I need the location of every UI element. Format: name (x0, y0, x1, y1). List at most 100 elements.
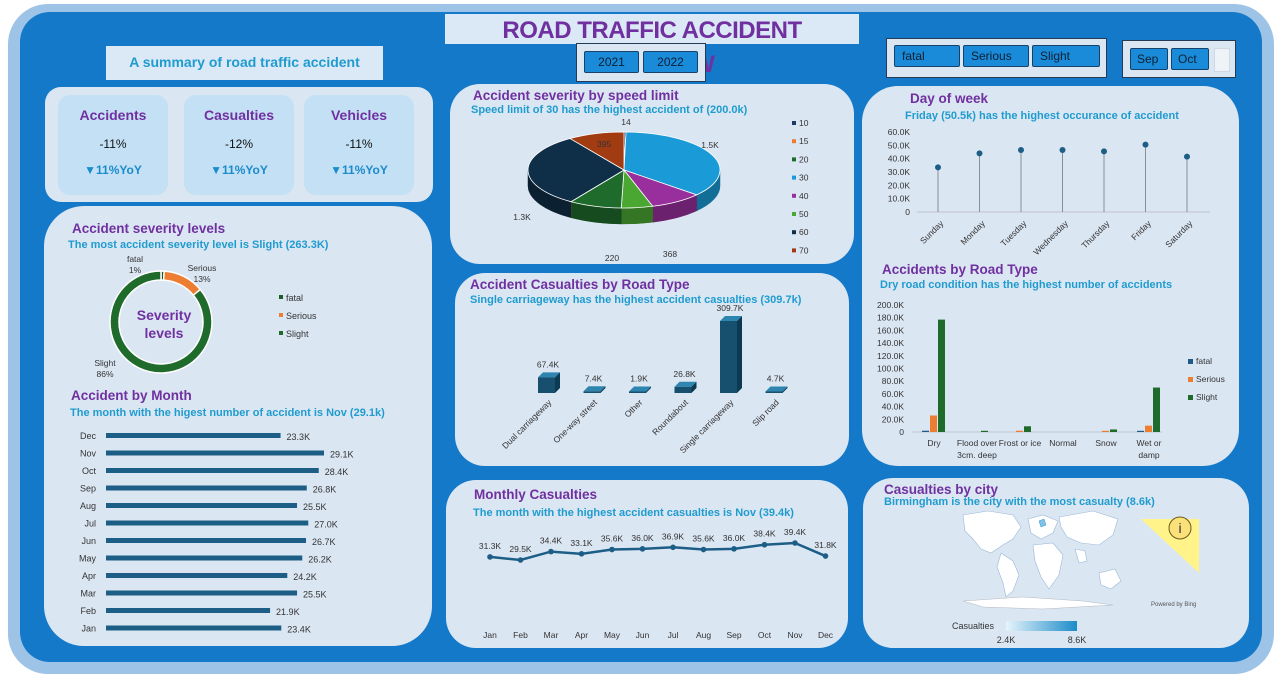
casualties-point (487, 554, 493, 560)
dow-ytick: 10.0K (888, 194, 911, 204)
legend-label: fatal (1196, 356, 1212, 366)
month-axis-label: Sep (80, 484, 96, 494)
rc-bar-slight (1110, 429, 1117, 432)
severity-filter-serious[interactable]: Serious (963, 45, 1029, 67)
dow-point (1142, 141, 1149, 148)
legend-label: Serious (286, 311, 317, 321)
donut-center-label: levels (145, 325, 184, 341)
pie-value-label: 395 (597, 139, 611, 149)
month-filter-sep[interactable]: Sep (1130, 48, 1168, 70)
severity-filter-fatal[interactable]: fatal (894, 45, 960, 67)
casualties-point-label: 33.1K (570, 538, 593, 548)
slicer-scrollbar[interactable] (1214, 48, 1230, 72)
legend-swatch (792, 175, 796, 180)
casualties-axis-label: Mar (544, 630, 559, 640)
legend-label: Slight (1196, 392, 1218, 402)
donut-label-pct: 1% (129, 265, 142, 275)
legend-swatch (279, 313, 283, 317)
antarctica-shape (962, 596, 1114, 610)
rc-bar-serious (1102, 430, 1109, 432)
casualties-axis-label: Jan (483, 630, 497, 640)
road-type-bar-chart: 67.4K Dual carriageway 7.4K One-way street 1… (500, 305, 788, 455)
casualties-axis-label: Aug (696, 630, 711, 640)
month-axis-label: Apr (82, 571, 96, 581)
dow-point (935, 164, 941, 171)
month-bar-label: 27.0K (314, 520, 338, 530)
casualties-point (700, 546, 707, 553)
month-bar-label: 25.5K (303, 590, 327, 600)
casualties-point-label: 31.8K (814, 540, 837, 550)
rc-ytick: 20.0K (882, 414, 905, 424)
donut-label-cat: fatal (127, 254, 143, 264)
severity-filter-slight[interactable]: Slight (1032, 45, 1100, 67)
kpi-title: Accidents (79, 107, 147, 123)
casualties-point-label: 34.4K (540, 536, 563, 546)
pie-value-label: 1.3K (513, 212, 531, 222)
road-axis-label: Dual carriageway (500, 397, 554, 451)
casualties-point (670, 544, 676, 551)
casualties-axis-label: Dec (818, 630, 834, 640)
city-map[interactable]: i Powered by Bing Casualties 2.4K 8.6K (863, 505, 1249, 648)
dow-point (976, 150, 983, 157)
rc-bar-serious (1016, 430, 1023, 432)
speed-limit-pie-chart: 14 1.5K 368 220 1.3K 395 10 15 20 30 40 50 60 70 (513, 117, 809, 262)
pie-value-label: 220 (605, 253, 619, 262)
rc-axis-label: Wet or (1137, 438, 1162, 448)
casualties-point (517, 557, 524, 563)
rc-axis-label: damp (1138, 450, 1160, 460)
city-legend-min: 2.4K (997, 635, 1016, 645)
info-icon[interactable]: i (1141, 516, 1199, 573)
road-bar-label: 67.4K (537, 359, 560, 369)
year-slicer: 2021 2022 (576, 43, 706, 82)
rc-axis-label: Snow (1095, 438, 1117, 448)
legend-label: 10 (799, 118, 809, 128)
legend-swatch (792, 212, 796, 216)
rc-bar-serious (1145, 425, 1152, 432)
month-bar-label: 25.5K (303, 502, 327, 512)
legend-swatch (792, 157, 796, 162)
year-filter-2021[interactable]: 2021 (584, 51, 639, 73)
casualties-point-label: 35.6K (601, 534, 624, 544)
casualties-point-label: 31.3K (479, 541, 502, 551)
casualties-point-label: 35.6K (692, 534, 715, 544)
legend-label: Serious (1196, 374, 1225, 384)
dow-axis-label: Tuesday (999, 218, 1029, 248)
casualties-point (792, 540, 798, 546)
month-bar-label: 29.1K (330, 450, 354, 460)
year-filter-2022[interactable]: 2022 (643, 51, 698, 73)
month-bar (106, 485, 307, 491)
casualties-point (639, 546, 646, 552)
month-axis-label: May (79, 554, 97, 564)
bing-credit: Powered by Bing (1151, 602, 1196, 608)
dow-point (1184, 153, 1190, 160)
city-title: Casualties by city (884, 482, 999, 497)
kpi-title: Vehicles (330, 107, 388, 123)
legend-swatch (279, 331, 283, 335)
road-bar (720, 321, 737, 393)
legend-label: 50 (799, 209, 809, 219)
rc-ytick: 160.0K (877, 325, 904, 335)
legend-label: 60 (799, 227, 809, 237)
month-bar (106, 590, 298, 596)
month-slicer: Sep Oct (1122, 40, 1236, 78)
legend-swatch (792, 248, 796, 253)
casualties-axis-label: Sep (726, 630, 741, 640)
rc-ytick: 0 (899, 427, 904, 437)
casualties-axis-label: Jun (636, 630, 650, 640)
rc-axis-label: Frost or ice (999, 438, 1042, 448)
month-filter-oct[interactable]: Oct (1171, 48, 1209, 70)
rc-ytick: 140.0K (877, 338, 904, 348)
month-bar-label: 24.2K (293, 572, 317, 582)
road-condition-chart: 0 20.0K 40.0K 60.0K 80.0K 100.0K 120.0K 140.0K 1… (877, 300, 1225, 460)
road-bar-label: 309.7K (717, 305, 744, 313)
donut-label-cat: Slight (94, 358, 116, 368)
kpi-value: -12% (224, 137, 253, 151)
month-bar (106, 520, 309, 526)
dow-axis-label: Sunday (918, 218, 946, 246)
casualties-axis-label: Apr (575, 630, 588, 640)
rc-axis-label: Dry (927, 438, 941, 448)
monthly-casualties-title: Monthly Casualties (474, 487, 598, 502)
kpi-title: Casualties (203, 107, 275, 123)
road-bar-label: 1.9K (630, 374, 648, 384)
road-bar (765, 391, 783, 393)
